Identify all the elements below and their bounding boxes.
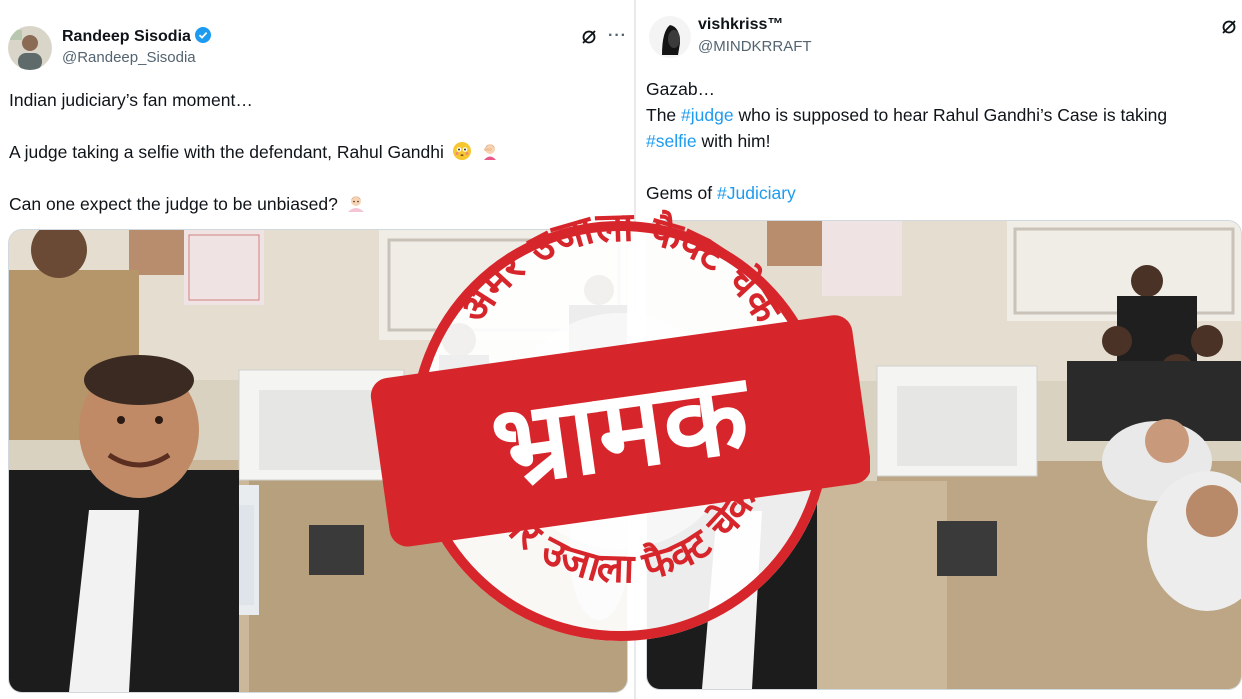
hashtag-link[interactable]: #judge xyxy=(681,105,734,125)
tweet-text-line: #selfie with him! xyxy=(646,131,771,152)
hashtag-link[interactable]: #selfie xyxy=(646,131,697,151)
person-facepalming-emoji-icon xyxy=(480,141,500,161)
author-name-row[interactable]: Randeep Sisodia xyxy=(62,27,211,46)
hashtag-link[interactable]: #Judiciary xyxy=(717,183,796,203)
verified-badge-icon xyxy=(194,27,211,43)
tweet-text-fragment: A judge taking a selfie with the defenda… xyxy=(9,142,444,162)
flushed-face-emoji-icon xyxy=(452,141,472,161)
author-handle[interactable]: @MINDKRRAFT xyxy=(698,38,812,55)
tweet-text-line: Gazab… xyxy=(646,79,716,99)
person-shrugging-emoji-icon xyxy=(346,193,366,213)
tweet-photo[interactable] xyxy=(646,220,1242,690)
tweet-text-line: Gems of #Judiciary xyxy=(646,183,796,204)
grok-icon[interactable] xyxy=(580,28,598,46)
tweet-text-fragment: The xyxy=(646,105,682,125)
tweet-text-fragment: Can one expect the judge to be unbiased? xyxy=(9,194,338,214)
tweet-card-left: Randeep Sisodia @Randeep_Sisodia ··· Ind… xyxy=(0,0,634,699)
tweet-text-fragment: with him! xyxy=(696,131,771,151)
author-handle[interactable]: @Randeep_Sisodia xyxy=(62,49,196,66)
tweet-photo[interactable] xyxy=(8,229,628,693)
tweet-text-line: Can one expect the judge to be unbiased? xyxy=(9,193,366,215)
author-name[interactable]: Randeep Sisodia xyxy=(62,28,191,45)
grok-icon[interactable] xyxy=(1220,18,1238,36)
avatar[interactable] xyxy=(648,15,692,59)
more-options-button[interactable]: ··· xyxy=(608,27,627,45)
tweet-card-right: vishkriss™ @MINDKRRAFT Gazab… The #judge… xyxy=(636,0,1242,699)
author-name[interactable]: vishkriss™ xyxy=(698,16,783,34)
tweet-text-line: The #judge who is supposed to hear Rahul… xyxy=(646,105,1167,126)
tweet-text-line: A judge taking a selfie with the defenda… xyxy=(9,141,500,163)
tweet-text-fragment: who is supposed to hear Rahul Gandhi’s C… xyxy=(733,105,1168,125)
avatar[interactable] xyxy=(8,26,52,70)
tweet-text-fragment: Gems of xyxy=(646,183,717,203)
tweet-text-line: Indian judiciary’s fan moment… xyxy=(9,90,253,110)
